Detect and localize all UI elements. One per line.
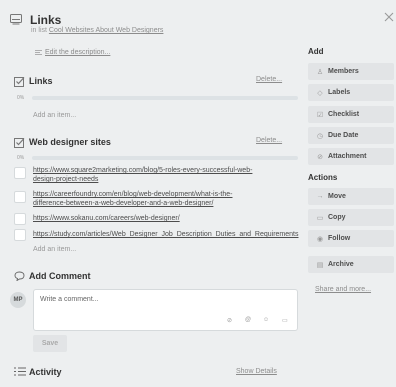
share-link[interactable]: Share and more... — [315, 286, 371, 293]
list-info: in list Cool Websites About Web Designer… — [31, 27, 163, 34]
item-checkbox[interactable] — [14, 213, 26, 225]
checklist-item-text[interactable]: https://study.com/articles/Web_Designer_… — [33, 230, 304, 239]
tag-icon: ◇ — [317, 89, 323, 97]
clock-icon: ◷ — [316, 132, 324, 140]
button-label: Copy — [328, 214, 346, 221]
button-label: Members — [328, 68, 359, 75]
checklist-item-text[interactable]: https://www.square2marketing.com/blog/5-… — [33, 166, 303, 184]
save-button[interactable]: Save — [33, 335, 67, 352]
comment-icon — [14, 271, 25, 281]
copy-button[interactable]: ▭ Copy — [308, 209, 394, 226]
card-link-icon[interactable]: ▭ — [282, 317, 288, 324]
comment-box[interactable]: Write a comment... ⊘ @ ☺ ▭ — [33, 289, 298, 331]
avatar[interactable]: MP — [10, 292, 26, 308]
item-checkbox[interactable] — [14, 191, 26, 203]
button-label: Archive — [328, 261, 354, 268]
checklist-title[interactable]: Web designer sites — [29, 137, 111, 147]
follow-button[interactable]: ◉ Follow — [308, 230, 394, 247]
checklist-icon: ☑ — [316, 111, 324, 119]
checklist-percent: 0% — [17, 155, 25, 161]
activity-title: Activity — [29, 367, 62, 377]
description-icon — [35, 50, 42, 56]
button-label: Checklist — [328, 111, 360, 118]
checklist-icon — [14, 76, 25, 87]
button-label: Attachment — [328, 153, 367, 160]
arrow-right-icon: → — [316, 193, 324, 200]
edit-description-link[interactable]: Edit the description... — [45, 49, 110, 56]
comment-input[interactable]: Write a comment... — [40, 296, 99, 303]
paperclip-icon: ⊘ — [317, 153, 323, 161]
list-prefix: in list — [31, 27, 47, 34]
checklist-item-text[interactable]: https://www.sokanu.com/careers/web-desig… — [33, 214, 180, 223]
eye-icon: ◉ — [316, 235, 324, 243]
card-title[interactable]: Links — [30, 13, 61, 27]
attachment-icon[interactable]: ⊘ — [227, 317, 232, 324]
add-item-button[interactable]: Add an item... — [33, 246, 76, 253]
person-icon: ♙ — [316, 68, 324, 76]
card-icon — [10, 14, 22, 25]
checklist-progress-bar — [32, 96, 298, 100]
archive-icon: ▤ — [316, 261, 324, 269]
move-button[interactable]: → Move — [308, 188, 394, 205]
checklist-button[interactable]: ☑ Checklist — [308, 106, 394, 123]
item-checkbox[interactable] — [14, 167, 26, 179]
add-comment-title: Add Comment — [29, 271, 91, 281]
add-heading: Add — [308, 47, 324, 56]
activity-icon — [14, 367, 26, 376]
attachment-button[interactable]: ⊘ Attachment — [308, 148, 394, 165]
actions-heading: Actions — [308, 173, 338, 182]
show-details-link[interactable]: Show Details — [236, 368, 277, 375]
close-icon[interactable] — [384, 12, 394, 22]
button-label: Due Date — [328, 132, 359, 139]
checklist-item-text[interactable]: https://careerfoundry.com/en/blog/web-de… — [33, 190, 303, 208]
checklist-delete-link[interactable]: Delete... — [256, 137, 282, 144]
checklist-icon — [14, 137, 25, 148]
item-checkbox[interactable] — [14, 229, 26, 241]
archive-button[interactable]: ▤ Archive — [308, 256, 394, 273]
labels-button[interactable]: ◇ Labels — [308, 84, 394, 101]
checklist-progress-bar — [32, 156, 298, 160]
copy-icon: ▭ — [316, 214, 324, 222]
checklist-title[interactable]: Links — [29, 76, 53, 86]
button-label: Follow — [328, 235, 351, 242]
list-name-link[interactable]: Cool Websites About Web Designers — [49, 27, 164, 34]
due-date-button[interactable]: ◷ Due Date — [308, 127, 394, 144]
button-label: Move — [328, 193, 346, 200]
mention-icon[interactable]: @ — [245, 317, 251, 323]
checklist-delete-link[interactable]: Delete... — [256, 76, 282, 83]
members-button[interactable]: ♙ Members — [308, 63, 394, 80]
emoji-icon[interactable]: ☺ — [263, 317, 269, 323]
button-label: Labels — [328, 89, 351, 96]
add-item-button[interactable]: Add an item... — [33, 112, 76, 119]
checklist-percent: 0% — [17, 95, 25, 101]
